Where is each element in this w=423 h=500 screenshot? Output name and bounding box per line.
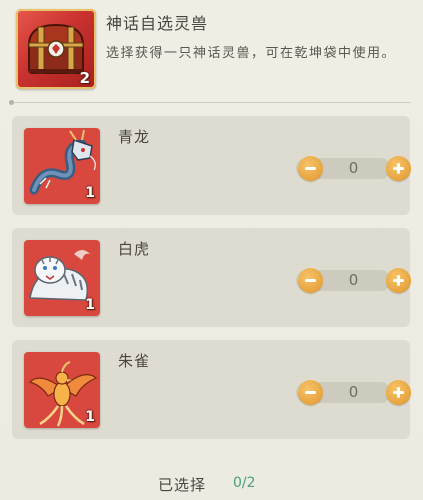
plus-icon: [393, 163, 404, 174]
increase-button[interactable]: [386, 380, 411, 405]
quantity-stepper: 0: [286, 380, 411, 405]
beast-row-azure-dragon: 1 青龙 0: [12, 116, 411, 215]
reward-description: 选择获得一只神话灵兽，可在乾坤袋中使用。: [106, 46, 397, 61]
beast-name: 白虎: [118, 240, 151, 258]
increase-button[interactable]: [386, 268, 411, 293]
beast-name: 朱雀: [118, 352, 151, 370]
decrease-button[interactable]: [298, 156, 323, 181]
chest-count-badge: 2: [79, 69, 90, 87]
plus-icon: [393, 387, 404, 398]
beast-count-badge: 1: [85, 409, 95, 425]
minus-icon: [305, 167, 316, 170]
beast-count-badge: 1: [85, 185, 95, 201]
selection-footer: 已选择 0/2: [0, 468, 423, 498]
quantity-stepper: 0: [286, 156, 411, 181]
selected-count: 0/2: [233, 475, 256, 491]
quantity-stepper: 0: [286, 268, 411, 293]
white-tiger-icon: 1: [24, 240, 100, 316]
minus-icon: [305, 279, 316, 282]
quantity-value: 0: [348, 159, 359, 177]
decrease-button[interactable]: [298, 268, 323, 293]
beast-count-badge: 1: [85, 297, 95, 313]
beast-name: 青龙: [118, 128, 151, 146]
beast-row-vermilion-bird: 1 朱雀 0: [12, 340, 411, 439]
azure-dragon-icon: 1: [24, 128, 100, 204]
quantity-value: 0: [348, 383, 359, 401]
vermilion-bird-icon: 1: [24, 352, 100, 428]
minus-icon: [305, 391, 316, 394]
header-divider: [9, 100, 411, 105]
quantity-value: 0: [348, 271, 359, 289]
selected-label: 已选择: [158, 476, 207, 494]
beast-row-white-tiger: 1 白虎 0: [12, 228, 411, 327]
reward-header: 2 神话自选灵兽 选择获得一只神话灵兽，可在乾坤袋中使用。: [0, 0, 423, 100]
decrease-button[interactable]: [298, 380, 323, 405]
increase-button[interactable]: [386, 156, 411, 181]
reward-title: 神话自选灵兽: [106, 14, 209, 33]
plus-icon: [393, 275, 404, 286]
treasure-chest-icon: 2: [16, 9, 96, 89]
